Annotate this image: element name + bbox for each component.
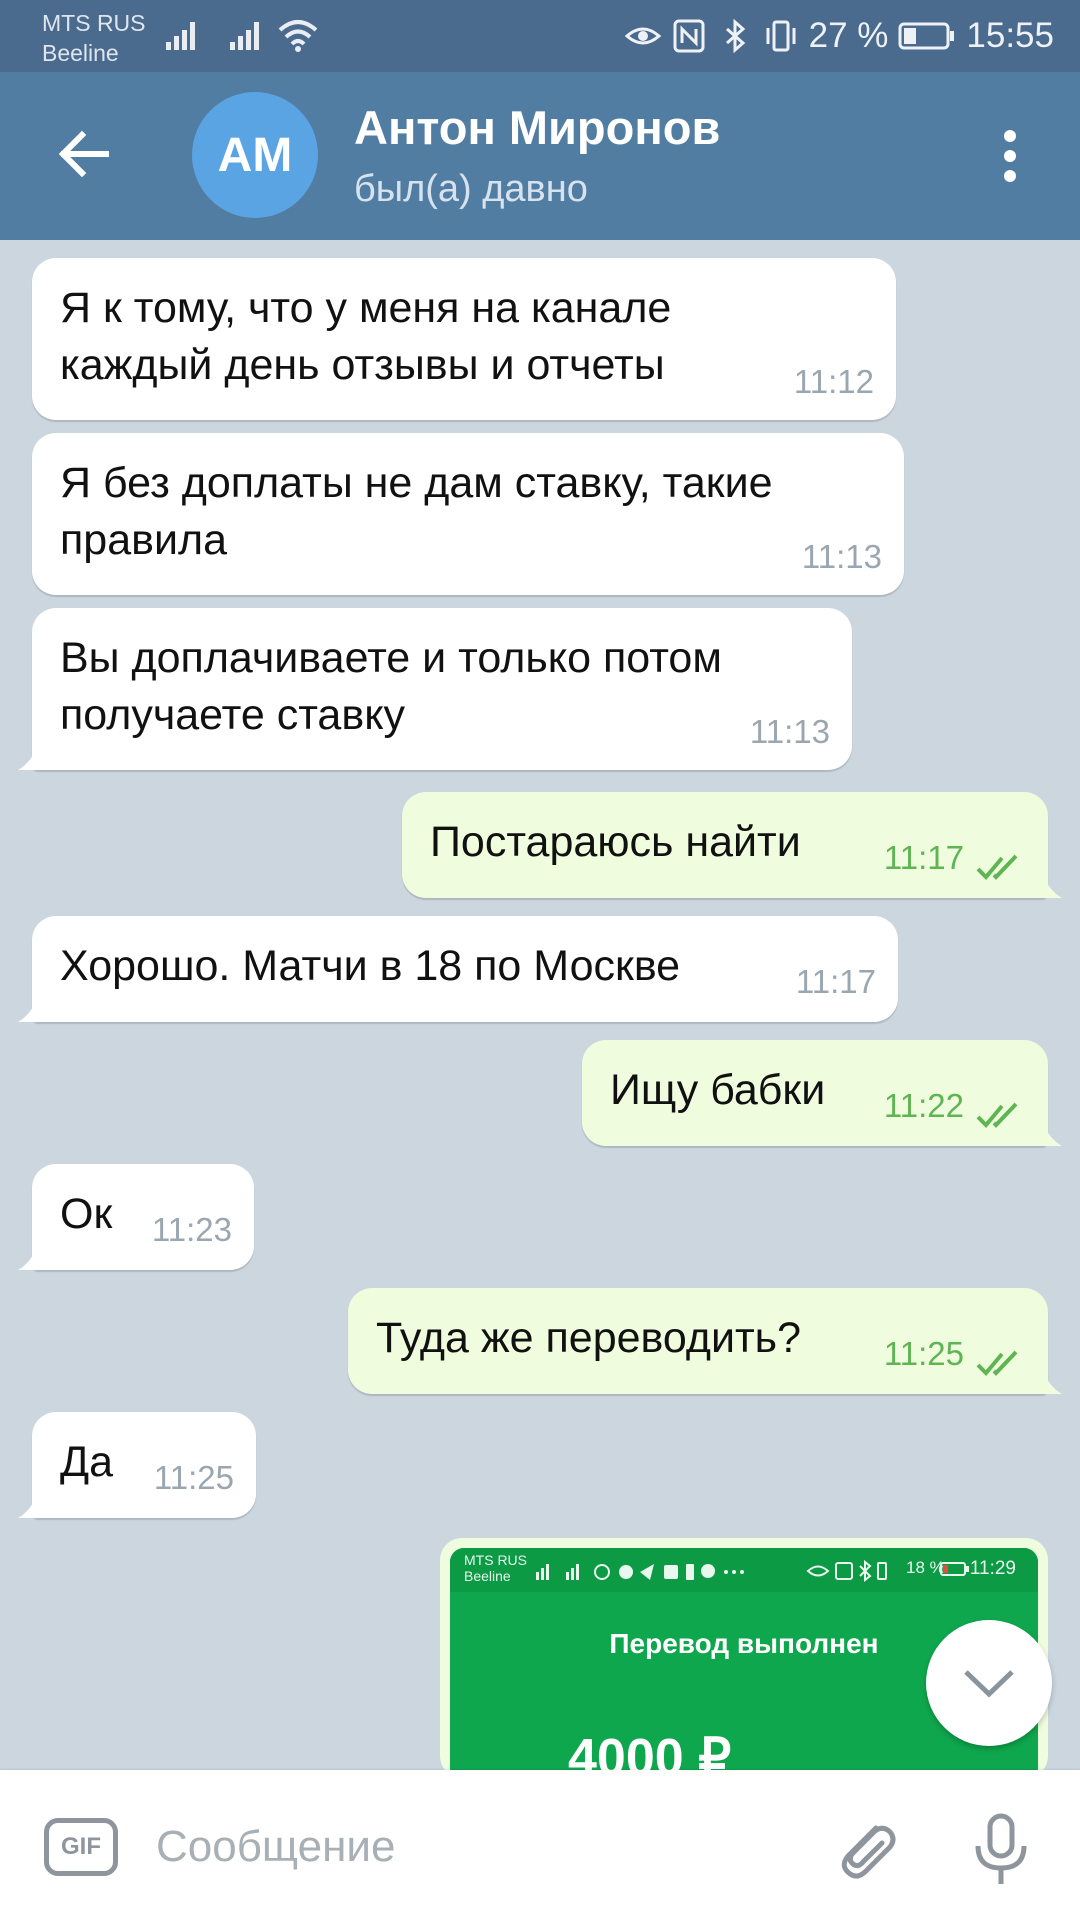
nfc-icon <box>673 19 705 53</box>
vibrate-icon <box>766 20 796 52</box>
message-incoming[interactable]: Да 11:25 <box>18 1412 256 1518</box>
message-time: 11:23 <box>151 1211 232 1248</box>
message-composer: GIF <box>0 1770 1080 1920</box>
bubble-tail <box>18 1244 38 1270</box>
microphone-icon[interactable] <box>966 1812 1036 1888</box>
photo-carrier-2: Beeline <box>464 1568 511 1584</box>
carrier-2: Beeline <box>42 40 119 66</box>
battery-percent: 27 % <box>808 16 889 55</box>
message-outgoing[interactable]: Постараюсь найти 11:17 <box>402 792 1062 898</box>
last-seen-status: был(а) давно <box>354 168 588 210</box>
message-text: Ищу бабки <box>610 1066 826 1114</box>
message-time: 11:22 <box>883 1087 964 1124</box>
chat-header: АМ Антон Миронов был(а) давно <box>0 72 1080 240</box>
battery-icon <box>898 22 955 50</box>
message-text: Ок <box>60 1190 113 1238</box>
gif-button[interactable]: GIF <box>44 1818 118 1876</box>
message-time: 11:13 <box>801 538 882 575</box>
photo-status-icons <box>536 1564 744 1580</box>
message-incoming[interactable]: Я к тому, что у меня на канале каждый де… <box>32 258 896 420</box>
photo-battery-percent: 18 % <box>906 1558 945 1577</box>
photo-battery-icon <box>940 1562 969 1576</box>
bubble-tail <box>18 1492 38 1518</box>
wifi-icon <box>278 20 318 52</box>
status-right: 27 % 15:55 <box>624 12 1054 60</box>
message-time: 11:13 <box>749 713 830 750</box>
photo-carrier-1: MTS RUS <box>464 1552 527 1568</box>
message-incoming[interactable]: Я без доплаты не дам ставку, такие прави… <box>32 433 904 595</box>
message-line: получаете ставку <box>60 691 405 739</box>
bubble-tail <box>1042 1120 1062 1146</box>
photo-carrier: MTS RUS Beeline <box>464 1552 527 1584</box>
message-incoming[interactable]: Хорошо. Матчи в 18 по Москве 11:17 <box>18 916 898 1022</box>
signal-1-icon <box>166 22 195 50</box>
scroll-to-bottom-button[interactable] <box>926 1620 1052 1746</box>
message-text: Постараюсь найти <box>430 818 801 866</box>
carrier-label: MTS RUS Beeline <box>42 8 146 68</box>
bluetooth-icon <box>725 18 745 54</box>
eye-icon <box>624 27 661 45</box>
chat-title[interactable]: Антон Миронов <box>354 100 720 155</box>
paperclip-icon[interactable] <box>830 1814 900 1884</box>
photo-clock: 11:29 <box>969 1558 1016 1579</box>
signal-2-icon <box>230 22 259 50</box>
message-line: Вы доплачиваете и только потом <box>60 634 722 682</box>
message-incoming[interactable]: Вы доплачиваете и только потом получаете… <box>18 608 852 770</box>
message-time: 11:25 <box>153 1459 234 1496</box>
read-checkmarks-icon <box>976 854 1018 880</box>
read-checkmarks-icon <box>976 1350 1018 1376</box>
bubble-tail <box>1042 872 1062 898</box>
message-text: Я без доплаты не дам ставку, такие прави… <box>60 455 773 569</box>
bubble-tail <box>1042 1368 1062 1394</box>
message-text: Вы доплачиваете и только потом получаете… <box>60 630 722 744</box>
avatar[interactable]: АМ <box>192 92 318 218</box>
message-line: Я без доплаты не дам ставку, такие <box>60 459 773 507</box>
message-time: 11:25 <box>883 1335 964 1372</box>
bubble-tail <box>18 744 38 770</box>
photo-transfer-amount: 4000 ₽ <box>568 1729 732 1770</box>
back-arrow-icon[interactable] <box>52 122 116 186</box>
more-options-icon[interactable] <box>990 124 1030 188</box>
message-input[interactable] <box>154 1806 798 1888</box>
message-time: 11:17 <box>883 839 964 876</box>
message-outgoing[interactable]: Ищу бабки 11:22 <box>582 1040 1062 1146</box>
read-checkmarks-icon <box>976 1102 1018 1128</box>
message-text: Туда же переводить? <box>376 1314 801 1362</box>
message-list[interactable]: Я к тому, что у меня на канале каждый де… <box>0 240 1080 1770</box>
chevron-down-icon <box>964 1670 1014 1698</box>
message-line: правила <box>60 516 227 564</box>
message-outgoing[interactable]: Туда же переводить? 11:25 <box>348 1288 1062 1394</box>
carrier-1: MTS RUS <box>42 10 146 36</box>
message-line: каждый день отзывы и отчеты <box>60 341 665 389</box>
message-time: 11:12 <box>793 363 874 400</box>
message-time: 11:17 <box>795 963 876 1000</box>
bubble-tail <box>18 996 38 1022</box>
message-incoming[interactable]: Ок 11:23 <box>18 1164 254 1270</box>
message-line: Я к тому, что у меня на канале <box>60 284 672 332</box>
clock: 15:55 <box>966 16 1054 55</box>
status-bar: MTS RUS Beeline 27 % 15:55 <box>0 0 1080 72</box>
message-text: Да <box>60 1438 114 1486</box>
photo-status-bar: MTS RUS Beeline 18 % 11:29 <box>450 1548 1038 1592</box>
message-text: Хорошо. Матчи в 18 по Москве <box>60 942 681 990</box>
message-text: Я к тому, что у меня на канале каждый де… <box>60 280 671 394</box>
